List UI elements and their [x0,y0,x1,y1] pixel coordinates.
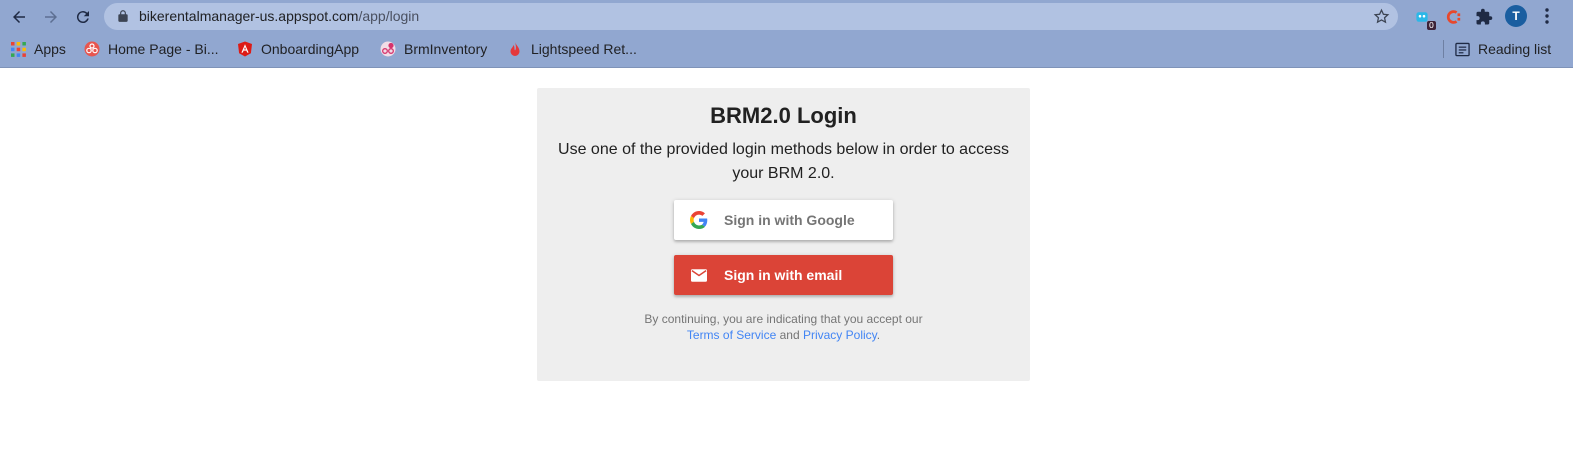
login-instructions: Use one of the provided login methods be… [558,141,1009,182]
bookmark-onboarding-app[interactable]: OnboardingApp [237,39,359,59]
flame-icon [507,41,523,57]
reading-list-button[interactable]: Reading list [1454,39,1551,59]
bookmark-label: Home Page - Bi... [108,41,219,57]
extension-c-icon [1446,10,1461,24]
url-path: /app/login [358,8,420,24]
terms-notice-text: By continuing, you are indicating that y… [644,312,923,326]
reading-list-label: Reading list [1478,41,1552,57]
reload-icon [76,11,89,24]
bike-badge-icon [380,41,396,57]
google-logo-icon [690,211,708,229]
browser-chrome: bikerentalmanager-us.appspot.com/app/log… [0,0,1573,68]
extension-meter-button[interactable]: 0 [1412,7,1436,30]
reload-button[interactable] [70,4,96,30]
extension-badge: 0 [1426,21,1436,30]
lock-icon [118,10,128,22]
privacy-policy-link[interactable]: Privacy Policy [803,328,877,342]
puzzle-icon [1476,8,1493,25]
bookmark-label: Apps [34,41,66,57]
bookmark-home-page[interactable]: Home Page - Bi... [84,39,219,59]
back-arrow-icon [13,11,25,23]
terms-and-text: and [779,328,800,342]
bookmark-label: BrmInventory [404,41,488,57]
terms-period: . [876,328,881,342]
extension-c-button[interactable] [1443,7,1463,27]
page-title: BRM2.0 Login [710,103,857,128]
angular-icon [237,41,253,57]
forward-arrow-icon [45,11,57,23]
forward-button[interactable] [38,4,64,30]
bookmark-brm-inventory[interactable]: BrmInventory [380,39,487,59]
email-signin-button[interactable]: Sign in with email [674,255,893,295]
google-signin-button[interactable]: Sign in with Google [674,200,893,240]
bookmark-lightspeed[interactable]: Lightspeed Ret... [507,39,637,59]
more-vertical-icon [1545,8,1549,24]
bookmark-apps[interactable]: Apps [10,39,66,59]
google-signin-label: Sign in with Google [724,212,855,228]
bookmark-label: OnboardingApp [261,41,360,57]
terms-of-service-link[interactable]: Terms of Service [687,328,776,342]
email-signin-label: Sign in with email [724,267,843,283]
bookmark-star-icon[interactable] [1373,8,1390,25]
browser-toolbar: bikerentalmanager-us.appspot.com/app/log… [0,0,1573,33]
bookmarks-bar: Apps Home Page - Bi... OnboardingApp Brm… [0,35,1573,63]
reading-list-icon [1454,41,1470,57]
bookmark-label: Lightspeed Ret... [531,41,637,57]
profile-avatar[interactable]: T [1505,5,1527,27]
terms-notice-links: Terms of Service and Privacy Policy. [537,327,1030,343]
apps-grid-icon [10,41,26,57]
browser-menu-button[interactable] [1540,6,1554,26]
bike-icon [84,41,100,57]
address-bar[interactable]: bikerentalmanager-us.appspot.com/app/log… [104,3,1398,30]
bookmarks-divider [1443,40,1444,58]
url-host: bikerentalmanager-us.appspot.com [139,8,359,24]
url-text: bikerentalmanager-us.appspot.com/app/log… [139,8,419,25]
terms-notice: By continuing, you are indicating that y… [537,311,1030,343]
extensions-button[interactable] [1474,7,1494,27]
mail-icon [690,266,708,284]
back-button[interactable] [6,4,32,30]
